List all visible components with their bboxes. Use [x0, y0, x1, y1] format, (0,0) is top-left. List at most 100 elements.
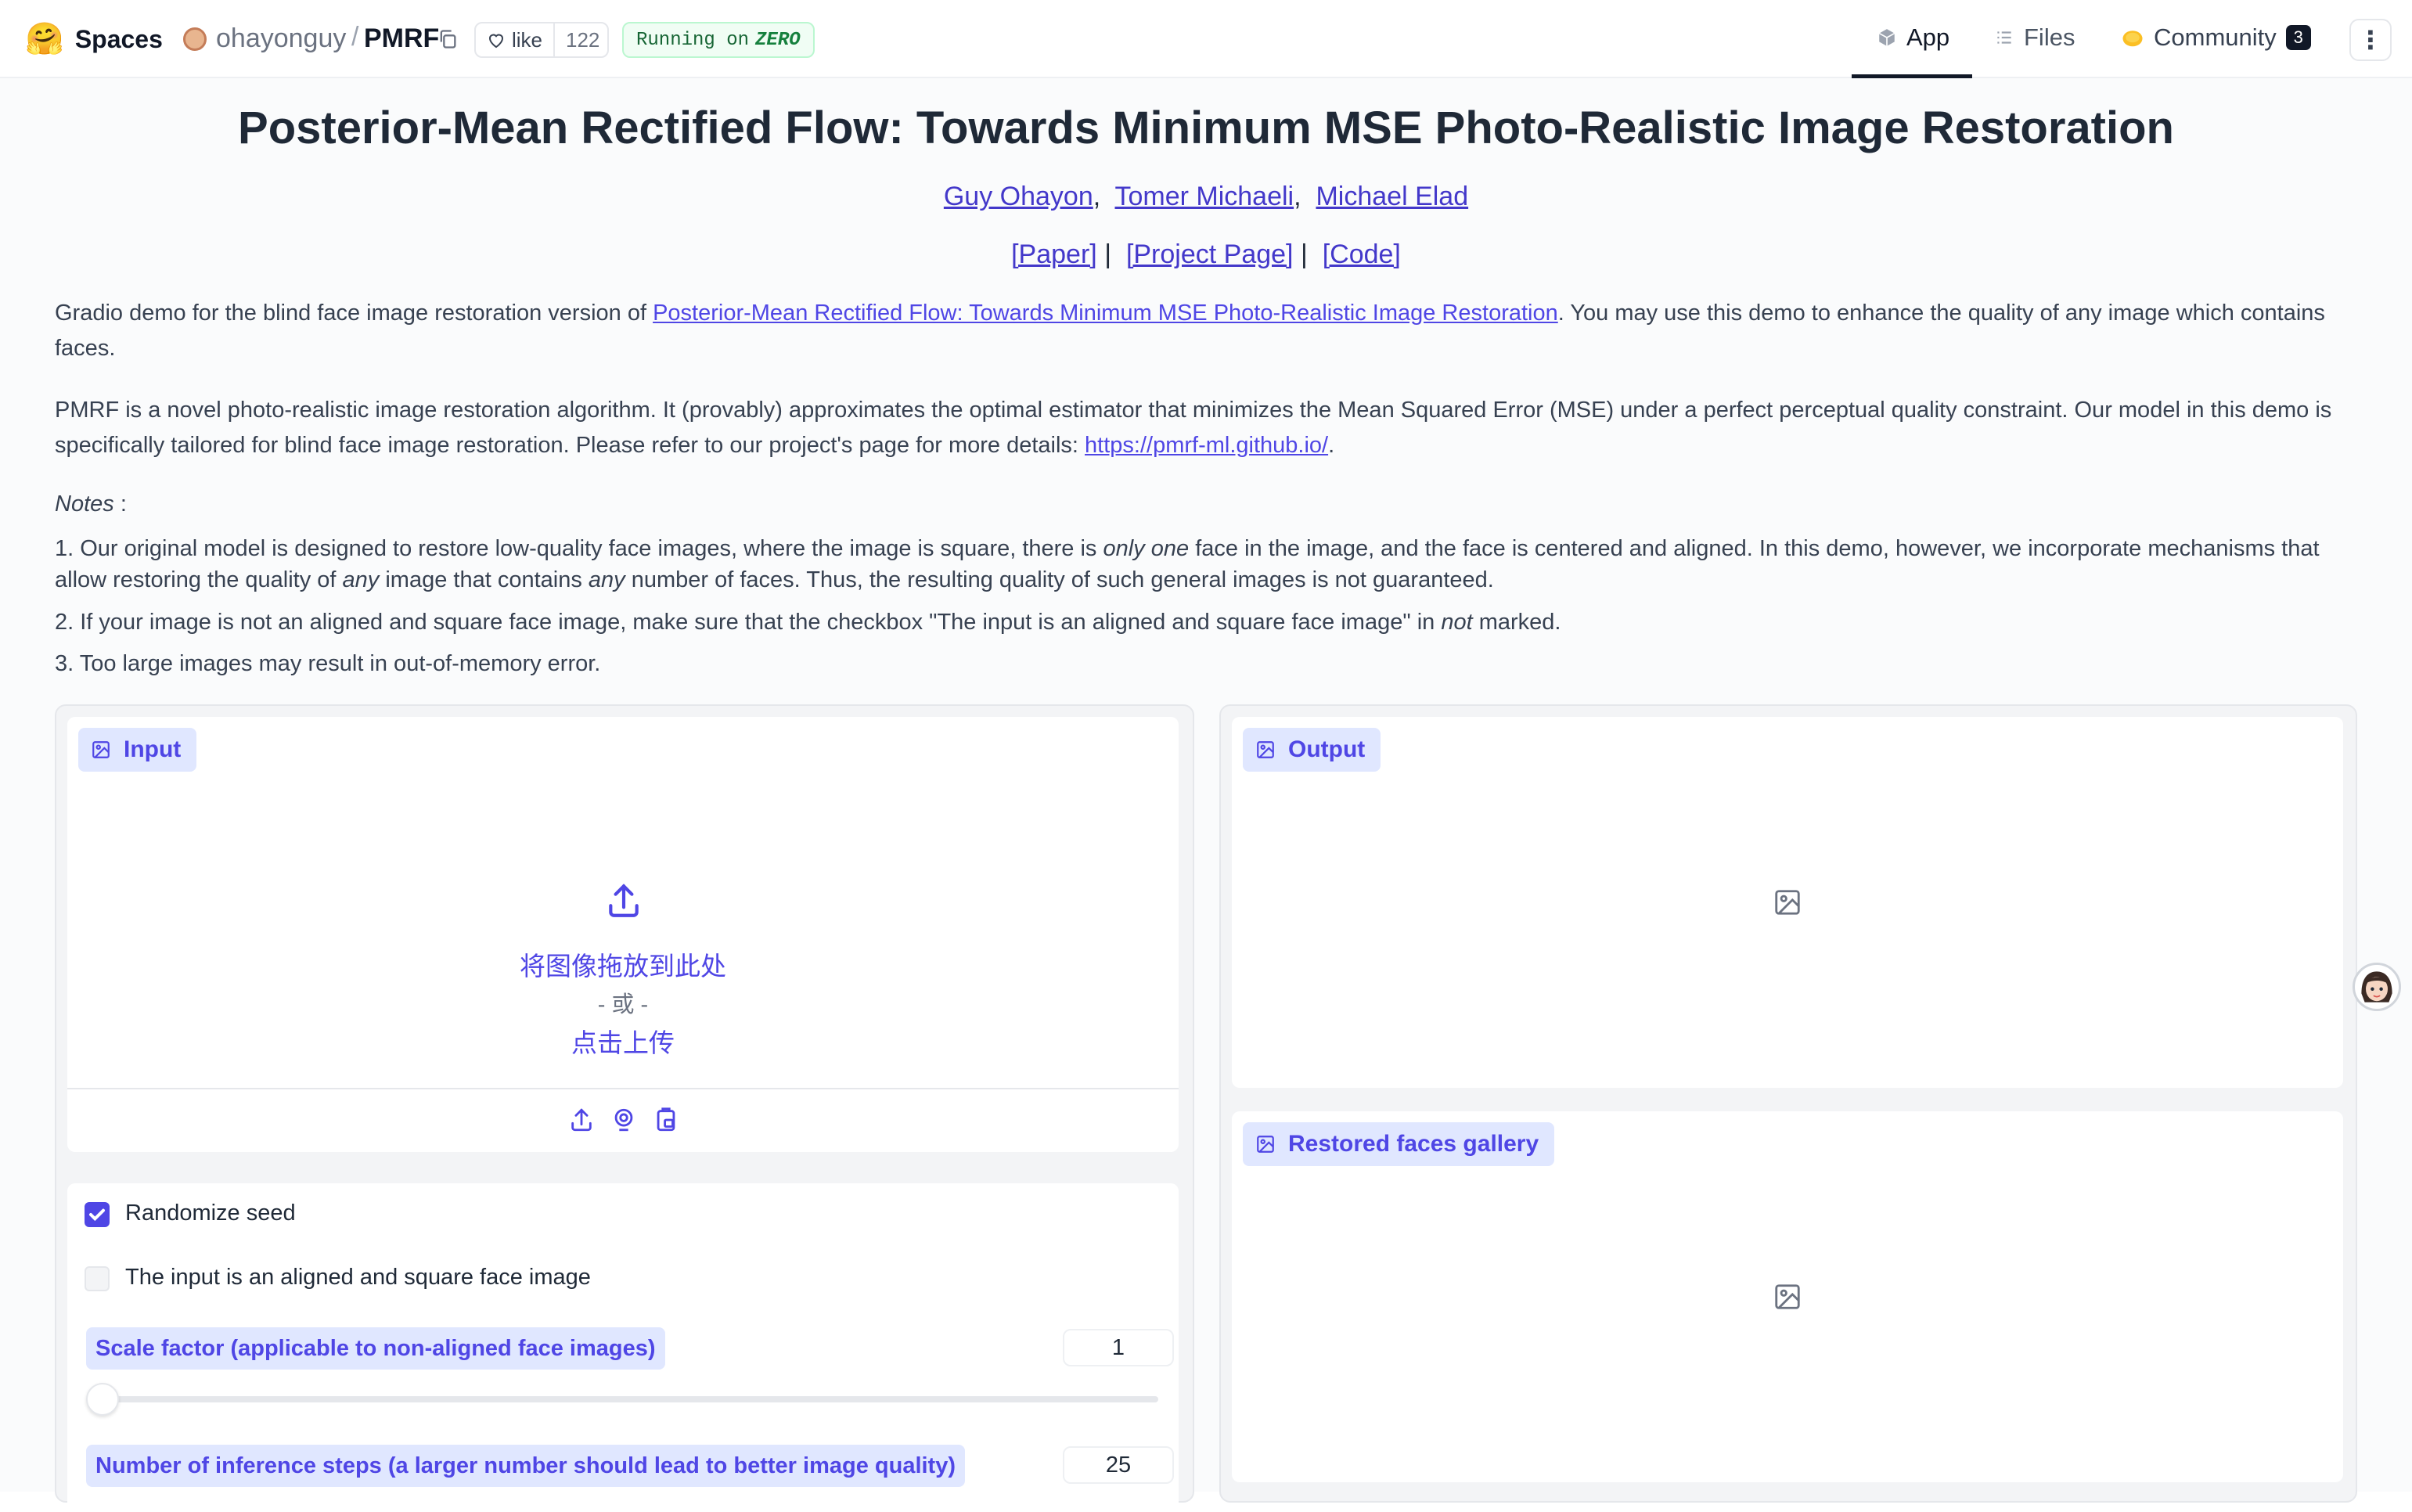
input-label: Input	[124, 736, 182, 762]
note-2-emphasis: not	[1441, 610, 1473, 635]
output-label-tag: Output	[1243, 728, 1381, 772]
like-button[interactable]: like 122	[474, 22, 609, 58]
aligned-face-checkbox[interactable]	[85, 1266, 110, 1291]
author-link-3[interactable]: Michael Elad	[1316, 182, 1468, 211]
note-1-emphasis: any	[588, 567, 625, 592]
output-column: Output Restored faces gallery	[1219, 704, 2357, 1503]
community-icon	[2122, 31, 2143, 47]
scale-factor-input[interactable]: 1	[1063, 1329, 1174, 1366]
like-label: like	[512, 27, 543, 52]
author-link-1[interactable]: Guy Ohayon	[944, 182, 1093, 211]
link-separator: |	[1300, 239, 1308, 269]
notes-heading: Notes :	[55, 491, 127, 517]
link-separator: |	[1104, 239, 1112, 269]
inference-steps-label: Number of inference steps (a larger numb…	[86, 1445, 965, 1487]
brand-label: Spaces	[74, 24, 163, 53]
cube-icon	[1878, 29, 1895, 46]
tab-files[interactable]: Files	[1994, 23, 2075, 52]
project-url-link[interactable]: https://pmrf-ml.github.io/	[1085, 433, 1328, 458]
heart-icon	[488, 34, 504, 49]
tab-community-label: Community	[2154, 23, 2277, 51]
note-2-text: marked.	[1472, 610, 1561, 635]
more-options-button[interactable]: ⋮	[2349, 19, 2392, 61]
spaces-brand[interactable]: 🤗 Spaces	[25, 22, 163, 56]
description-paragraph: PMRF is a novel photo-realistic image re…	[55, 393, 2363, 463]
author-separator: ,	[1294, 182, 1301, 211]
copy-icon[interactable]	[437, 27, 459, 51]
image-input-component: Input 将图像拖放到此处 - 或 - 点击上传	[67, 717, 1179, 1152]
gallery-label-tag: Restored faces gallery	[1243, 1122, 1555, 1166]
upload-icon[interactable]	[568, 1107, 595, 1133]
author-link-2[interactable]: Tomer Michaeli	[1114, 182, 1294, 211]
tab-app-label: App	[1906, 23, 1950, 51]
tab-files-label: Files	[2024, 23, 2075, 51]
running-on-badge[interactable]: Running on ZERO	[622, 22, 815, 58]
randomize-seed-checkbox[interactable]	[85, 1202, 110, 1227]
clipboard-icon[interactable]	[653, 1107, 679, 1133]
scale-factor-slider-thumb[interactable]	[86, 1383, 119, 1416]
intro-text: Gradio demo for the blind face image res…	[55, 301, 653, 326]
or-separator-text: - 或 -	[597, 992, 649, 1017]
inference-steps-input[interactable]: 25	[1063, 1446, 1174, 1484]
input-source-bar	[67, 1088, 1179, 1147]
description-text-end: .	[1328, 433, 1335, 458]
resource-links: [Paper] | [Project Page] | [Code]	[0, 239, 2412, 270]
note-1-text: number of faces. Thus, the resulting qua…	[625, 567, 1494, 592]
output-image-component: Output	[1232, 717, 2343, 1088]
tab-community[interactable]: Community 3	[2121, 23, 2311, 52]
checkmark-icon	[89, 1208, 105, 1222]
click-upload-text: 点击上传	[571, 1028, 675, 1057]
running-prefix: Running on	[636, 29, 750, 51]
paper-link[interactable]: [Paper]	[1011, 239, 1097, 269]
empty-image-icon	[1775, 890, 1800, 915]
note-1-emphasis: any	[342, 567, 380, 592]
note-1-text: 1. Our original model is designed to res…	[55, 536, 1103, 561]
image-dropzone[interactable]: 将图像拖放到此处 - 或 - 点击上传	[67, 764, 1179, 1093]
input-column: Input 将图像拖放到此处 - 或 - 点击上传 Randomize seed…	[55, 704, 1194, 1512]
notes-colon: :	[113, 491, 127, 517]
note-3: 3. Too large images may result in out-of…	[55, 651, 601, 676]
tab-app[interactable]: App	[1877, 23, 1949, 52]
top-bar: 🤗 Spaces ohayonguy / PMRF like 122 Runni…	[0, 0, 2412, 78]
hugging-face-logo-icon: 🤗	[25, 22, 64, 56]
community-count-badge: 3	[2285, 25, 2311, 50]
output-label: Output	[1288, 736, 1366, 762]
scale-factor-label: Scale factor (applicable to non-aligned …	[86, 1327, 665, 1370]
owner-avatar[interactable]	[183, 27, 207, 51]
paper-title-link[interactable]: Posterior-Mean Rectified Flow: Towards M…	[653, 301, 1558, 326]
note-1-text: image that contains	[379, 567, 589, 592]
author-separator: ,	[1093, 182, 1101, 211]
more-vertical-icon: ⋮	[2358, 26, 2383, 54]
authors-line: Guy Ohayon, Tomer Michaeli, Michael Elad	[0, 182, 2412, 212]
project-page-link[interactable]: [Project Page]	[1126, 239, 1294, 269]
image-icon	[92, 741, 110, 758]
webcam-icon[interactable]	[610, 1107, 637, 1133]
gallery-label: Restored faces gallery	[1288, 1131, 1539, 1157]
upload-icon	[609, 884, 639, 917]
notes-label: Notes	[55, 491, 114, 517]
cartoon-face-icon	[2361, 971, 2392, 1003]
scale-factor-slider-track[interactable]	[86, 1396, 1158, 1402]
note-1: 1. Our original model is designed to res…	[55, 533, 2363, 596]
intro-paragraph: Gradio demo for the blind face image res…	[55, 296, 2363, 366]
empty-gallery-icon	[1775, 1284, 1800, 1309]
drop-image-text: 将图像拖放到此处	[520, 952, 726, 981]
like-count: 122	[566, 27, 600, 52]
page-title: Posterior-Mean Rectified Flow: Towards M…	[238, 103, 2174, 153]
code-link[interactable]: [Code]	[1323, 239, 1401, 269]
randomize-seed-label: Randomize seed	[125, 1201, 296, 1226]
image-icon	[1257, 1136, 1274, 1153]
gallery-component: Restored faces gallery	[1232, 1111, 2343, 1482]
owner-link[interactable]: ohayonguy	[216, 23, 346, 54]
repo-name[interactable]: PMRF	[364, 23, 439, 54]
assistant-avatar-button[interactable]	[2353, 963, 2401, 1011]
aligned-face-label: The input is an aligned and square face …	[125, 1265, 591, 1290]
note-2: 2. If your image is not an aligned and s…	[55, 607, 2363, 638]
files-list-icon	[1997, 31, 2011, 44]
image-icon	[1257, 741, 1274, 758]
controls-block: Randomize seed The input is an aligned a…	[67, 1183, 1179, 1512]
note-1-emphasis: only one	[1103, 536, 1190, 561]
path-separator: /	[351, 22, 359, 52]
note-2-text: 2. If your image is not an aligned and s…	[55, 610, 1442, 635]
running-hardware: ZERO	[755, 29, 801, 51]
